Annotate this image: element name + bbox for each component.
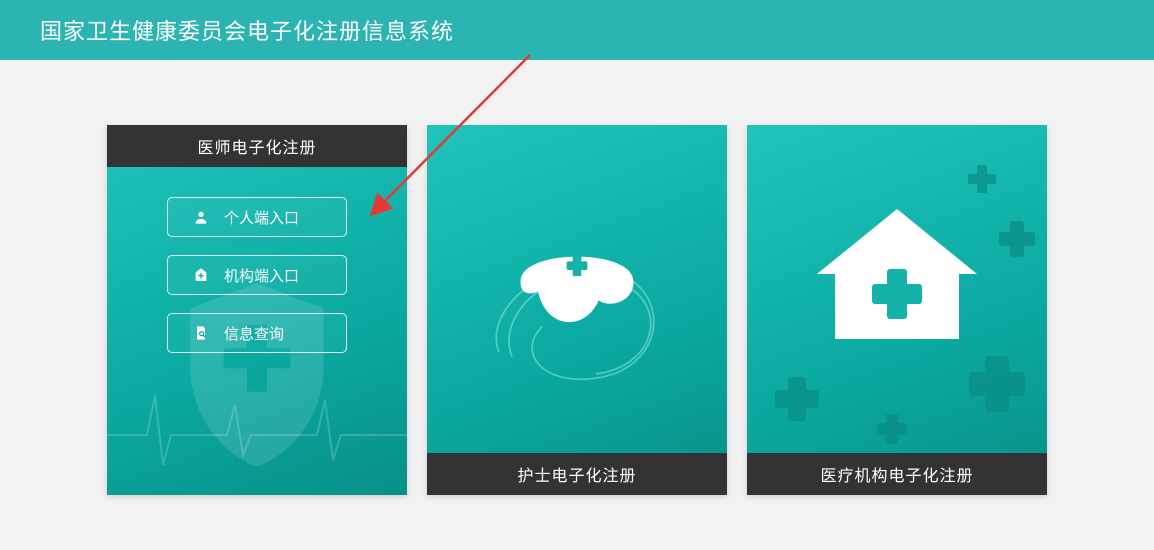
org-entry-button[interactable]: 机构端入口: [167, 255, 347, 295]
card-doctor-registration: 医师电子化注册 个人端入口: [107, 125, 407, 495]
button-label: 信息查询: [224, 323, 284, 344]
info-query-button[interactable]: 信息查询: [167, 313, 347, 353]
nurse-graphic: [427, 165, 727, 453]
app-title: 国家卫生健康委员会电子化注册信息系统: [40, 14, 454, 46]
search-document-icon: [192, 324, 210, 342]
cards-row: 医师电子化注册 个人端入口: [0, 125, 1154, 495]
hospital-icon: [192, 266, 210, 284]
institution-graphic: [747, 165, 1047, 453]
card-title: 护士电子化注册: [427, 453, 727, 495]
person-icon: [192, 208, 210, 226]
ecg-line-icon: [107, 375, 407, 475]
button-label: 个人端入口: [224, 207, 299, 228]
card-institution-registration[interactable]: 医疗机构电子化注册: [747, 125, 1047, 495]
app-header: 国家卫生健康委员会电子化注册信息系统: [0, 0, 1154, 60]
card-title: 医疗机构电子化注册: [747, 453, 1047, 495]
personal-entry-button[interactable]: 个人端入口: [167, 197, 347, 237]
card-title: 医师电子化注册: [107, 125, 407, 167]
card-nurse-registration[interactable]: 护士电子化注册: [427, 125, 727, 495]
button-label: 机构端入口: [224, 265, 299, 286]
card-button-group: 个人端入口 机构端入口: [107, 197, 407, 353]
